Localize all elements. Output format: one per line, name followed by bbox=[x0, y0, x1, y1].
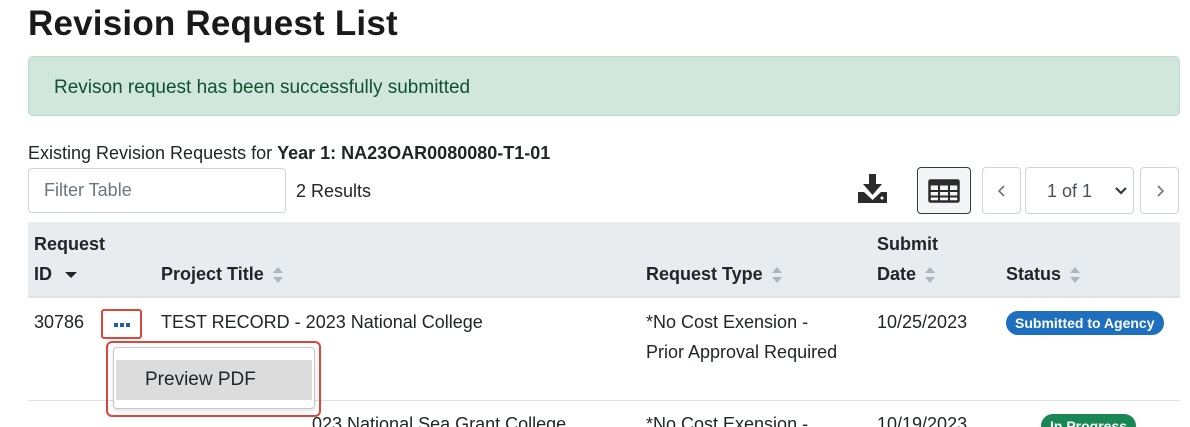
row-request-type-line1: *No Cost Exension - bbox=[646, 312, 809, 332]
header-request-id-line1[interactable]: Request bbox=[34, 234, 105, 255]
sort-desc-icon bbox=[65, 272, 77, 279]
next-page-button[interactable] bbox=[1140, 167, 1179, 214]
results-count: 2 Results bbox=[296, 181, 372, 201]
filter-table-input[interactable] bbox=[28, 168, 286, 213]
alert-message: Revison request has been successfully su… bbox=[54, 77, 471, 98]
page-select[interactable]: 1 of 1 bbox=[1025, 167, 1134, 214]
row-actions-menu-button[interactable] bbox=[101, 309, 142, 339]
row-request-type-line1: *No Cost Exension - bbox=[646, 414, 809, 427]
sort-icon bbox=[925, 267, 936, 284]
sort-icon bbox=[272, 267, 283, 284]
previous-page-button[interactable] bbox=[982, 167, 1021, 214]
header-request-id-line2: ID bbox=[34, 264, 52, 284]
chevron-right-icon bbox=[1156, 184, 1164, 197]
sort-icon bbox=[1070, 267, 1081, 284]
status-badge: In Progress bbox=[1041, 414, 1137, 427]
header-submit-date-line2: Date bbox=[877, 264, 917, 284]
success-alert: Revison request has been successfully su… bbox=[28, 56, 1180, 116]
header-request-type-label: Request Type bbox=[646, 264, 763, 284]
download-icon bbox=[858, 174, 887, 203]
status-badge: Submitted to Agency bbox=[1006, 311, 1164, 335]
subtitle-prefix: Existing Revision Requests for bbox=[28, 143, 278, 163]
header-submit-date-line1[interactable]: Submit bbox=[877, 234, 938, 255]
row-request-id: 30786 bbox=[34, 312, 85, 332]
header-submit-date[interactable]: Date bbox=[877, 264, 936, 285]
ellipsis-icon bbox=[114, 323, 130, 327]
header-status-label: Status bbox=[1006, 264, 1062, 284]
row-request-type-line2: Prior Approval Required bbox=[646, 342, 838, 362]
sort-icon bbox=[771, 267, 782, 284]
table-view-button[interactable] bbox=[917, 167, 971, 214]
header-request-id[interactable]: ID bbox=[34, 264, 78, 285]
chevron-left-icon bbox=[997, 184, 1005, 197]
row-submit-date: 10/25/2023 bbox=[877, 312, 968, 332]
table-grid-icon bbox=[928, 178, 960, 203]
header-status[interactable]: Status bbox=[1006, 264, 1081, 285]
chevron-down-icon bbox=[1115, 187, 1127, 195]
table-header bbox=[28, 222, 1180, 298]
row-submit-date: 10/19/2023 bbox=[877, 414, 968, 427]
row-project-title: TEST RECORD - 2023 National College bbox=[161, 312, 483, 332]
page-title: Revision Request List bbox=[28, 4, 398, 43]
download-button[interactable] bbox=[852, 170, 896, 210]
page-select-value: 1 of 1 bbox=[1047, 181, 1093, 201]
header-request-type[interactable]: Request Type bbox=[646, 264, 783, 285]
header-project-title-label: Project Title bbox=[161, 264, 264, 284]
grant-number: Year 1: NA23OAR0080080-T1-01 bbox=[277, 143, 551, 163]
header-project-title[interactable]: Project Title bbox=[161, 264, 284, 285]
row-project-title: 023 National Sea Grant College bbox=[312, 414, 567, 427]
dropdown-highlight bbox=[106, 341, 321, 417]
revision-subtitle: Existing Revision Requests for Year 1: N… bbox=[28, 143, 550, 164]
